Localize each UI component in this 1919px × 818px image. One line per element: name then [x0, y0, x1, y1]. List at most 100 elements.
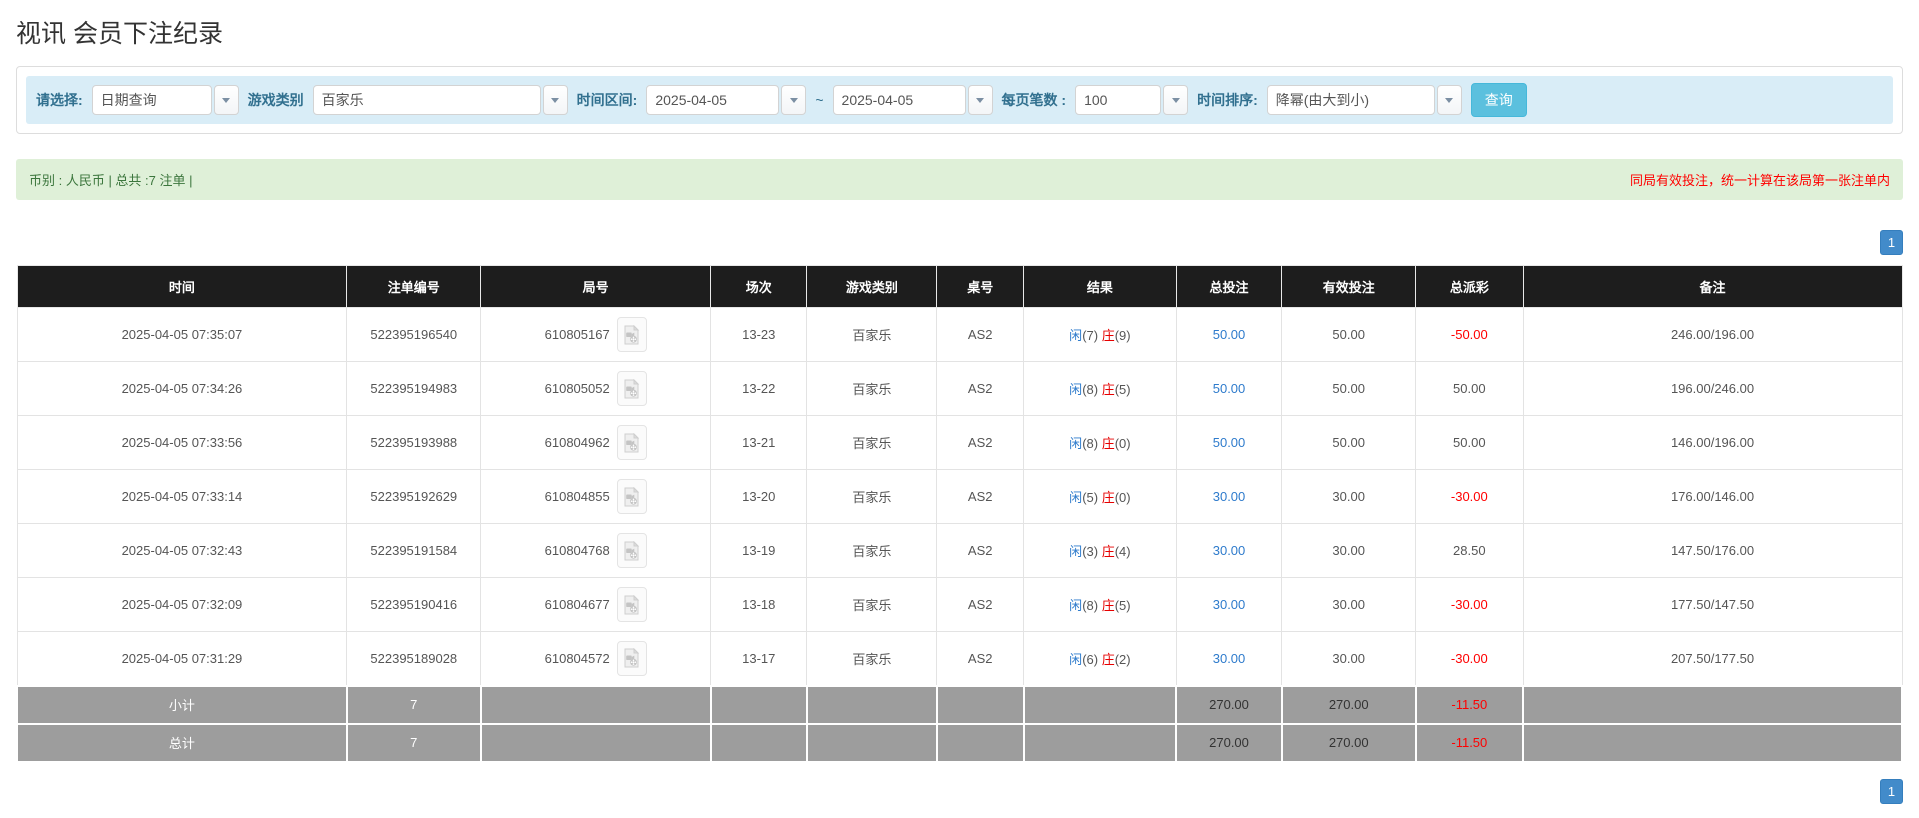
footer-empty-game — [805, 722, 938, 763]
cell-session: 13-17 — [710, 631, 808, 686]
result-banker-label: 庄 — [1101, 651, 1115, 667]
result-banker-label: 庄 — [1101, 544, 1115, 559]
caret-down-icon — [789, 97, 798, 103]
round-number: 610804677 — [544, 597, 610, 612]
col-header-game-type: 游戏类别 — [806, 265, 938, 308]
cell-game-type: 百家乐 — [806, 469, 938, 524]
col-header-result: 结果 — [1023, 265, 1177, 308]
footer-payout: -11.50 — [1414, 684, 1525, 725]
cell-valid-bet: 30.00 — [1281, 631, 1417, 686]
cell-time: 2025-04-05 07:33:14 — [16, 469, 348, 524]
game-type-input[interactable] — [312, 85, 541, 115]
date-from-dropdown-button[interactable] — [781, 85, 807, 115]
cell-payout: -30.00 — [1415, 631, 1524, 686]
result-player-score: (6) — [1082, 651, 1099, 667]
game-type-combobox — [312, 85, 568, 115]
page-size-combobox — [1075, 85, 1189, 115]
cell-result: 闲(6) 庄(2) — [1023, 631, 1177, 686]
result-banker-label: 庄 — [1101, 382, 1115, 397]
cell-bet-id: 522395190416 — [346, 577, 482, 632]
cell-round: 610804677 — [480, 577, 712, 632]
footer-empty-result — [1022, 684, 1178, 725]
cell-result: 闲(8) 庄(5) — [1023, 361, 1177, 416]
page-1-button[interactable]: 1 — [1880, 778, 1903, 804]
query-type-input[interactable] — [91, 85, 212, 115]
video-replay-button[interactable] — [616, 425, 647, 460]
cell-round: 610804855 — [480, 469, 712, 524]
page-size-label: 每页笔数 : — [1001, 92, 1067, 108]
total-bet-link[interactable]: 30.00 — [1213, 489, 1246, 504]
caret-down-icon — [551, 97, 560, 103]
cell-payout: -30.00 — [1415, 469, 1524, 524]
query-type-combobox — [91, 85, 239, 115]
video-replay-button[interactable] — [616, 371, 647, 406]
table-row: 2025-04-05 07:33:56 522395193988 6108049… — [16, 415, 1903, 470]
table-header: 时间 注单编号 局号 场次 游戏类别 桌号 结果 总投注 有效投注 总派彩 备注 — [16, 265, 1903, 308]
cell-table-no: AS2 — [936, 469, 1025, 524]
table-row: 2025-04-05 07:31:29 522395189028 6108045… — [16, 631, 1903, 686]
total-bet-link[interactable]: 30.00 — [1213, 651, 1246, 666]
footer-empty-table — [935, 722, 1025, 763]
col-header-payout: 总派彩 — [1415, 265, 1524, 308]
page-size-dropdown-button[interactable] — [1163, 85, 1189, 115]
result-player-label: 闲 — [1069, 382, 1083, 397]
cell-total-bet: 30.00 — [1175, 631, 1283, 686]
cell-round: 610805052 — [480, 361, 712, 416]
caret-down-icon — [222, 97, 231, 103]
cell-bet-id: 522395194983 — [346, 361, 482, 416]
cell-game-type: 百家乐 — [806, 631, 938, 686]
caret-down-icon — [1171, 97, 1180, 103]
cell-game-type: 百家乐 — [806, 361, 938, 416]
video-replay-button[interactable] — [616, 640, 647, 676]
total-bet-link[interactable]: 30.00 — [1213, 597, 1246, 612]
video-replay-button[interactable] — [616, 533, 647, 568]
cell-bet-id: 522395189028 — [346, 631, 482, 686]
cell-table-no: AS2 — [936, 631, 1025, 686]
col-header-valid-bet: 有效投注 — [1281, 265, 1417, 308]
date-to-input[interactable] — [832, 85, 966, 115]
cell-round: 610804768 — [480, 523, 712, 578]
page-size-input[interactable] — [1075, 85, 1162, 115]
search-button[interactable]: 查询 — [1470, 83, 1527, 117]
video-replay-button[interactable] — [616, 317, 647, 352]
total-bet-link[interactable]: 50.00 — [1213, 327, 1246, 342]
page-1-button[interactable]: 1 — [1880, 230, 1903, 255]
result-player-score: (8) — [1082, 382, 1099, 397]
footer-empty-game — [805, 684, 938, 725]
date-to-dropdown-button[interactable] — [967, 85, 993, 115]
video-file-icon — [624, 432, 640, 452]
cell-result: 闲(7) 庄(9) — [1023, 307, 1177, 362]
total-bet-link[interactable]: 30.00 — [1213, 543, 1246, 558]
col-header-total-bet: 总投注 — [1175, 265, 1283, 308]
range-separator: ~ — [815, 92, 824, 108]
cell-total-bet: 50.00 — [1175, 307, 1283, 362]
date-from-input[interactable] — [646, 85, 780, 115]
cell-valid-bet: 30.00 — [1281, 469, 1417, 524]
time-sort-dropdown-button[interactable] — [1436, 85, 1462, 115]
col-header-remark: 备注 — [1522, 265, 1903, 308]
summary-bar: 币别 : 人民币 | 总共 :7 注单 | 同局有效投注，统一计算在该局第一张注… — [16, 159, 1903, 200]
caret-down-icon — [1445, 97, 1454, 103]
query-type-dropdown-button[interactable] — [213, 85, 239, 115]
cell-payout: 50.00 — [1415, 361, 1524, 416]
cell-time: 2025-04-05 07:33:56 — [16, 415, 348, 470]
total-bet-link[interactable]: 50.00 — [1213, 381, 1246, 396]
video-replay-button[interactable] — [616, 479, 647, 514]
time-sort-input[interactable] — [1266, 85, 1435, 115]
pagination-top: 1 — [16, 230, 1903, 255]
filter-bar: 请选择: 游戏类别 时间区间: ~ — [26, 76, 1893, 124]
caret-down-icon — [976, 97, 985, 103]
cell-remark: 207.50/177.50 — [1522, 631, 1903, 686]
result-banker-score: (0) — [1114, 490, 1131, 505]
video-file-icon — [624, 378, 640, 398]
video-replay-button[interactable] — [616, 587, 647, 622]
footer-empty-table — [935, 684, 1025, 725]
cell-session: 13-20 — [710, 469, 808, 524]
result-player-score: (5) — [1082, 490, 1099, 505]
game-type-dropdown-button[interactable] — [542, 85, 568, 115]
result-player-score: (8) — [1082, 598, 1099, 613]
result-player-label: 闲 — [1069, 544, 1083, 559]
col-header-session: 场次 — [710, 265, 808, 308]
cell-remark: 177.50/147.50 — [1522, 577, 1903, 632]
total-bet-link[interactable]: 50.00 — [1213, 435, 1246, 450]
